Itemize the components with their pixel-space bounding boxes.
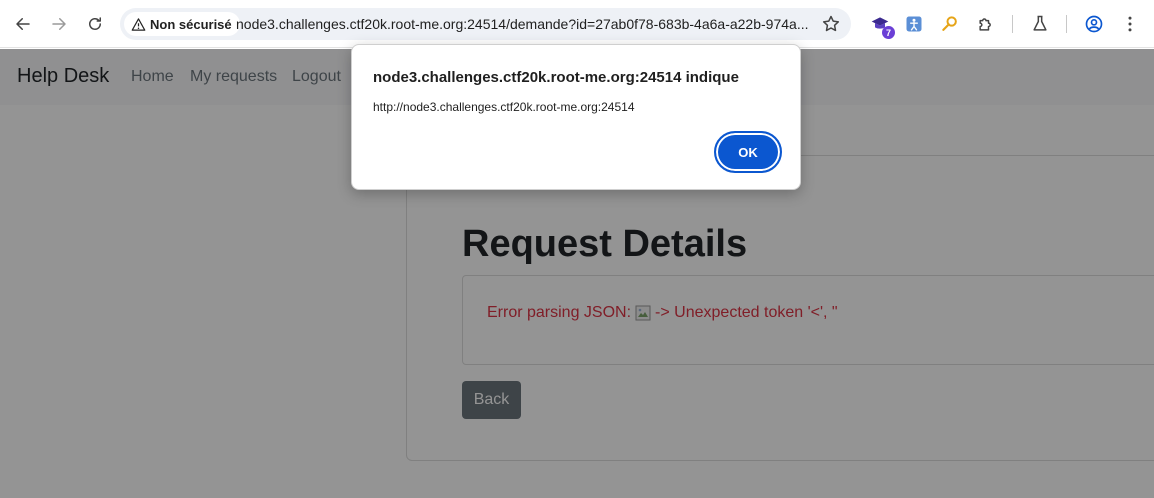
url-text[interactable]: node3.challenges.ctf20k.root-me.org:2451… — [236, 16, 810, 32]
extension-accessibility-icon[interactable] — [902, 12, 926, 36]
security-chip[interactable]: Non sécurisé — [124, 12, 240, 36]
profile-avatar-icon[interactable] — [1082, 12, 1106, 36]
forward-arrow-icon[interactable] — [45, 10, 73, 38]
menu-kebab-icon[interactable] — [1118, 12, 1142, 36]
warning-icon — [131, 17, 146, 31]
extensions-puzzle-icon[interactable] — [974, 12, 998, 36]
back-arrow-icon[interactable] — [9, 10, 37, 38]
toolbar-separator — [1066, 15, 1067, 33]
extension-badge: 7 — [882, 26, 895, 39]
reload-icon[interactable] — [81, 10, 109, 38]
ok-button[interactable]: OK — [714, 131, 782, 173]
browser-toolbar: Non sécurisé node3.challenges.ctf20k.roo… — [0, 0, 1154, 48]
extension-magnifier-icon[interactable] — [938, 12, 962, 36]
dialog-title: node3.challenges.ctf20k.root-me.org:2451… — [373, 69, 739, 86]
toolbar-separator — [1012, 15, 1013, 33]
security-label: Non sécurisé — [150, 16, 232, 32]
dialog-message: http://node3.challenges.ctf20k.root-me.o… — [373, 100, 635, 114]
alert-dialog: node3.challenges.ctf20k.root-me.org:2451… — [351, 44, 801, 190]
bookmark-star-icon[interactable] — [821, 14, 841, 34]
address-bar[interactable]: Non sécurisé node3.challenges.ctf20k.roo… — [120, 8, 851, 40]
extension-graduation-icon[interactable]: 7 — [868, 12, 895, 39]
labs-flask-icon[interactable] — [1028, 12, 1052, 36]
